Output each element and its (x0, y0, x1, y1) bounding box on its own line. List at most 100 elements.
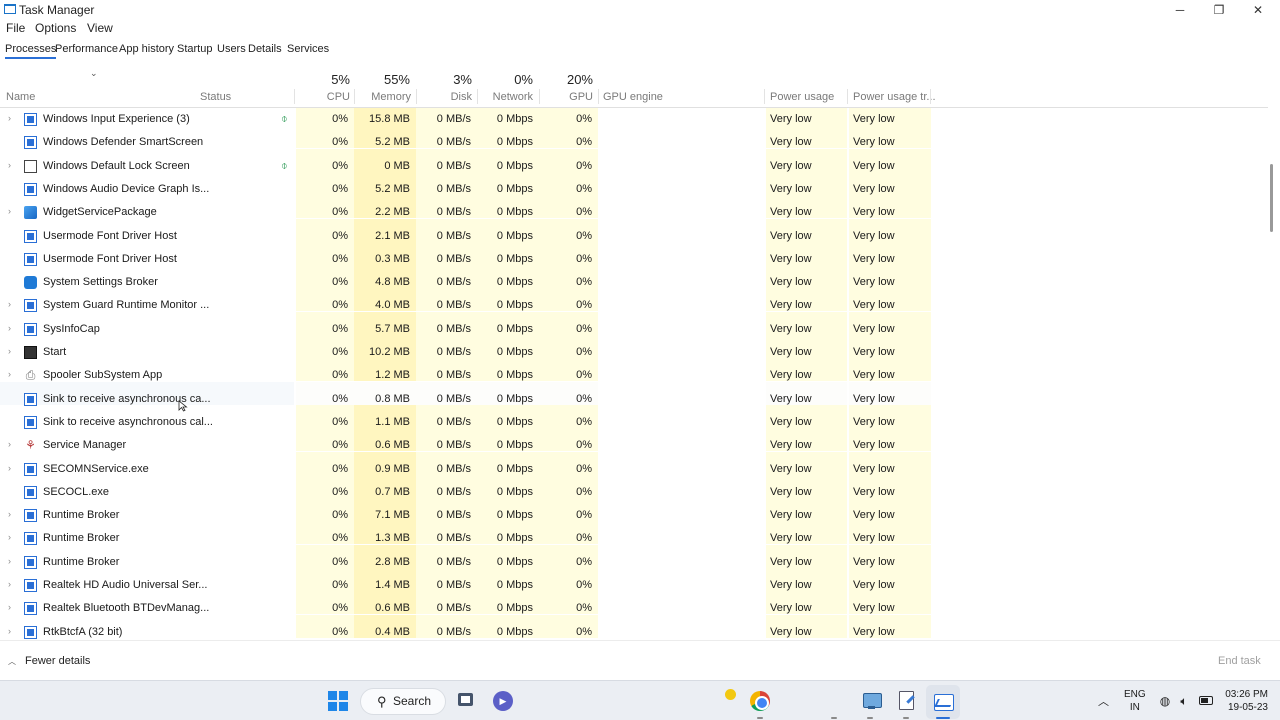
running-indicator (757, 717, 763, 719)
weather-sun-icon[interactable] (725, 689, 736, 700)
power-trend-cell: Very low (849, 591, 931, 615)
process-row[interactable]: › Realtek Bluetooth BTDevManag... 0% 0.6 MB… (0, 591, 1268, 616)
battery-icon[interactable] (1199, 696, 1213, 705)
show-hidden-icons-chevron-icon[interactable]: ︿ (1098, 693, 1109, 709)
tab-startup[interactable]: Startup (177, 43, 212, 55)
snipping-tool-icon[interactable] (860, 691, 882, 711)
chrome-icon[interactable] (750, 691, 770, 711)
task-view-icon[interactable] (456, 692, 476, 710)
process-row[interactable]: › WidgetServicePackage 0% 2.2 MB 0 MB/s 0 Mbp… (0, 195, 1268, 220)
minimize-button[interactable]: ─ (1170, 2, 1190, 18)
column-power-usage-trend[interactable]: Power usage tr... (853, 91, 936, 103)
column-gpu[interactable]: GPU (541, 91, 593, 103)
expand-chevron-icon[interactable]: › (8, 579, 11, 589)
expand-chevron-icon[interactable]: › (8, 556, 11, 566)
expand-chevron-icon[interactable]: › (8, 626, 11, 636)
column-divider[interactable] (764, 89, 765, 104)
column-gpu-engine[interactable]: GPU engine (603, 91, 663, 103)
process-row[interactable]: Windows Audio Device Graph Is... 0% 5.2 MB… (0, 171, 1268, 196)
expand-chevron-icon[interactable]: › (8, 369, 11, 379)
taskbar-clock[interactable]: 03:26 PM 19-05-23 (1222, 688, 1268, 714)
process-row[interactable]: › SECOMNService.exe 0% 0.9 MB 0 MB/s 0 Mbps 0%… (0, 451, 1268, 476)
menu-view[interactable]: View (87, 21, 113, 35)
process-row[interactable]: › ⎙ Spooler SubSystem App 0% 1.2 MB 0 MB/s 0 M… (0, 358, 1268, 383)
column-disk[interactable]: Disk (418, 91, 472, 103)
expand-chevron-icon[interactable]: › (8, 113, 11, 123)
cpu-cell: 0% (296, 498, 354, 522)
process-row[interactable]: › ⚘ Service Manager 0% 0.6 MB 0 MB/s 0 Mbps 0% V… (0, 428, 1268, 453)
cpu-cell: 0% (296, 241, 354, 265)
process-row[interactable]: › System Guard Runtime Monitor ... 0% 4.0 M… (0, 288, 1268, 313)
column-divider[interactable] (539, 89, 540, 104)
notepad-icon[interactable] (896, 690, 916, 712)
app-window-icon (24, 229, 37, 243)
vertical-scrollbar[interactable] (1270, 108, 1274, 640)
expand-chevron-icon[interactable]: › (8, 323, 11, 333)
language-indicator[interactable]: ENG IN (1124, 688, 1146, 714)
expand-chevron-icon[interactable]: › (8, 346, 11, 356)
tab-users[interactable]: Users (217, 43, 246, 55)
column-network[interactable]: Network (479, 91, 533, 103)
column-divider[interactable] (930, 89, 931, 104)
column-cpu[interactable]: CPU (296, 91, 350, 103)
expand-chevron-icon[interactable]: › (8, 299, 11, 309)
process-row[interactable]: › SysInfoCap 0% 5.7 MB 0 MB/s 0 Mbps 0% Very lo… (0, 311, 1268, 336)
gpu-cell: 0% (539, 614, 598, 638)
power-usage-cell: Very low (766, 218, 847, 242)
column-divider[interactable] (477, 89, 478, 104)
network-globe-icon[interactable]: ◍ (1158, 694, 1172, 708)
column-divider[interactable] (416, 89, 417, 104)
teams-chat-icon[interactable]: ▶ (493, 691, 513, 711)
gpu-cell: 0% (539, 108, 598, 125)
gpu-cell: 0% (539, 544, 598, 568)
menu-file[interactable]: File (6, 21, 25, 35)
process-row[interactable]: › Windows Input Experience (3) ⌽ 0% 15.8 MB 0… (0, 108, 1268, 126)
process-row[interactable]: SECOCL.exe 0% 0.7 MB 0 MB/s 0 Mbps 0% Very low… (0, 474, 1268, 499)
close-button[interactable]: ✕ (1248, 2, 1268, 18)
expand-chevron-icon[interactable]: › (8, 439, 11, 449)
process-row[interactable]: › Start 0% 10.2 MB 0 MB/s 0 Mbps 0% Very low Ver… (0, 335, 1268, 359)
scrollbar-thumb[interactable] (1270, 164, 1273, 232)
expand-chevron-icon[interactable]: › (8, 602, 11, 612)
task-manager-taskbar-icon[interactable] (926, 685, 960, 719)
expand-chevron-icon[interactable]: › (8, 206, 11, 216)
fewer-details-button[interactable]: ︿ Fewer details (8, 655, 90, 667)
process-row[interactable]: Sink to receive asynchronous ca... 0% 0.8 … (0, 381, 1268, 406)
tab-services[interactable]: Services (287, 43, 329, 55)
column-status[interactable]: Status (200, 91, 231, 103)
start-button-icon[interactable] (328, 691, 348, 711)
column-divider[interactable] (294, 89, 295, 104)
column-name[interactable]: Name (6, 91, 35, 103)
column-memory[interactable]: Memory (356, 91, 411, 103)
expand-chevron-icon[interactable]: › (8, 160, 11, 170)
expand-chevron-icon[interactable]: › (8, 463, 11, 473)
process-row[interactable]: Usermode Font Driver Host 0% 0.3 MB 0 MB/s 0… (0, 241, 1268, 266)
column-divider[interactable] (354, 89, 355, 104)
column-power-usage[interactable]: Power usage (770, 91, 834, 103)
tab-app-history[interactable]: App history (119, 43, 174, 55)
end-task-button[interactable]: End task (1218, 655, 1261, 667)
restore-button[interactable]: ❐ (1209, 2, 1229, 18)
tab-performance[interactable]: Performance (55, 43, 118, 55)
process-row[interactable]: Windows Defender SmartScreen 0% 5.2 MB 0 MB… (0, 125, 1268, 150)
process-row[interactable]: Sink to receive asynchronous cal... 0% 1.1… (0, 404, 1268, 429)
process-row[interactable]: › RtkBtcfA (32 bit) 0% 0.4 MB 0 MB/s 0 Mbps 0%… (0, 614, 1268, 639)
power-trend-cell: Very low (849, 335, 931, 358)
tab-details[interactable]: Details (248, 43, 282, 55)
taskbar-search-button[interactable]: ⚲ Search (360, 688, 446, 715)
process-row[interactable]: › Realtek HD Audio Universal Ser... 0% 1.4 … (0, 568, 1268, 592)
process-row[interactable]: › Runtime Broker 0% 1.3 MB 0 MB/s 0 Mbps 0% Ver… (0, 521, 1268, 546)
sort-chevron-icon[interactable]: ⌄ (90, 68, 98, 79)
menu-options[interactable]: Options (35, 21, 76, 35)
process-row[interactable]: › Runtime Broker 0% 7.1 MB 0 MB/s 0 Mbps 0% Ver… (0, 498, 1268, 523)
volume-icon[interactable]: 🔈︎ (1177, 694, 1191, 708)
process-row[interactable]: › Windows Default Lock Screen ⌽ 0% 0 MB 0 MB/… (0, 148, 1268, 173)
column-divider[interactable] (847, 89, 848, 104)
process-row[interactable]: Usermode Font Driver Host 0% 2.1 MB 0 MB/s 0… (0, 218, 1268, 243)
column-divider[interactable] (598, 89, 599, 104)
process-row[interactable]: › Runtime Broker 0% 2.8 MB 0 MB/s 0 Mbps 0% Ver… (0, 544, 1268, 569)
expand-chevron-icon[interactable]: › (8, 532, 11, 542)
expand-chevron-icon[interactable]: › (8, 509, 11, 519)
process-row[interactable]: System Settings Broker 0% 4.8 MB 0 MB/s 0 Mb… (0, 265, 1268, 290)
tab-processes[interactable]: Processes (5, 43, 57, 59)
